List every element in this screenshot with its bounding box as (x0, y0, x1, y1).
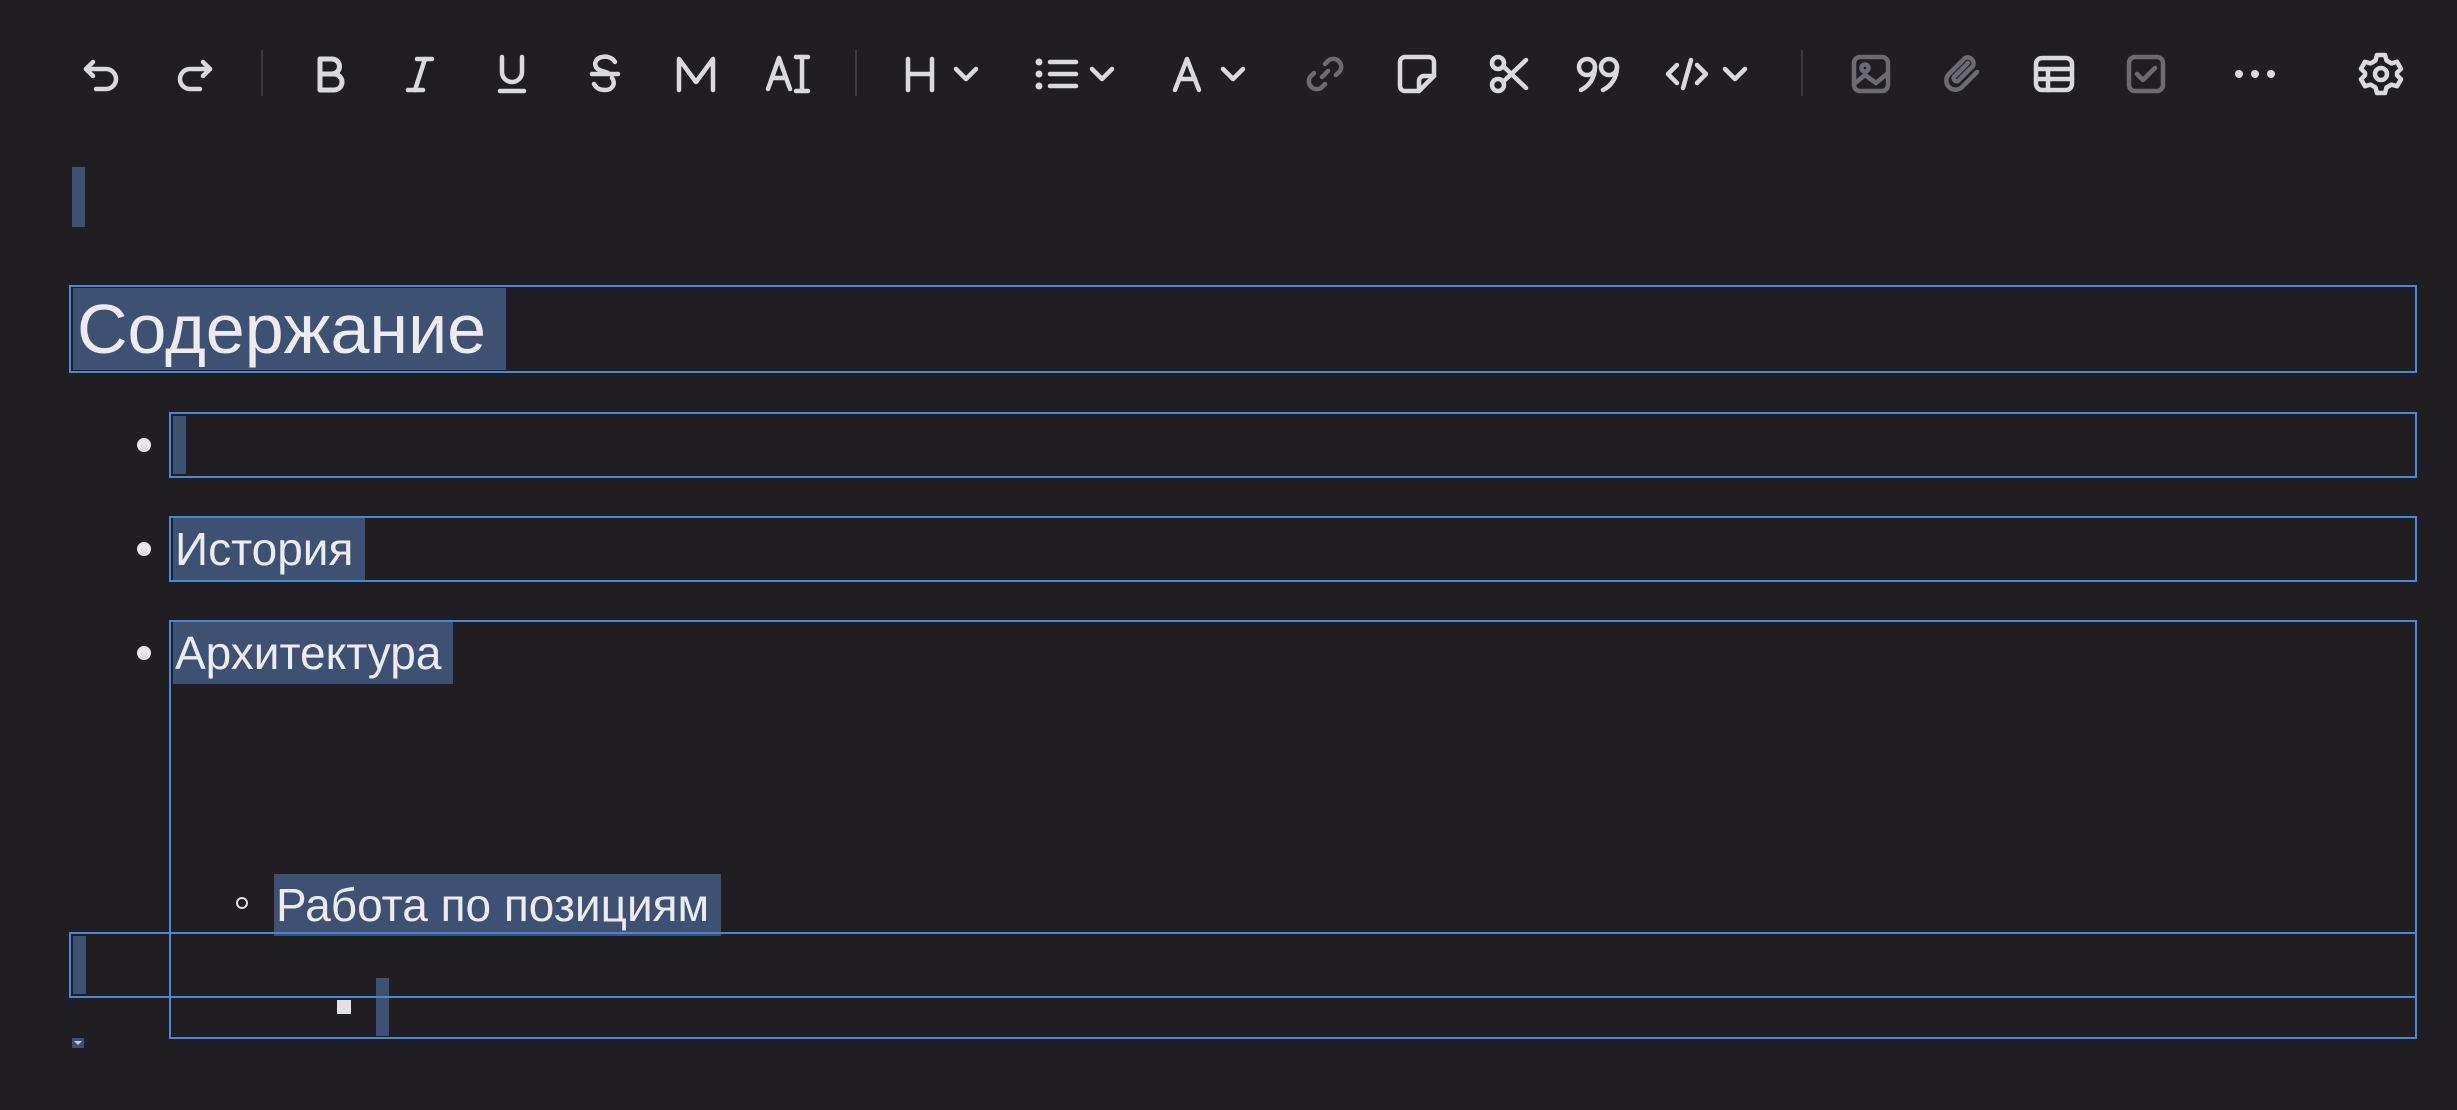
bulleted-list-icon (1035, 58, 1115, 90)
heading-icon (905, 56, 979, 93)
table-button[interactable] (2031, 44, 2077, 104)
list-item[interactable] (169, 412, 2417, 478)
bullet-circle (236, 897, 248, 909)
list-item-label: Архитектура (173, 622, 454, 684)
toolbar-separator (855, 50, 857, 96)
font-color-dropdown[interactable] (1170, 44, 1260, 104)
undo-icon (83, 59, 119, 92)
empty-item-selection (173, 416, 186, 474)
chevron-down-icon (1089, 66, 1115, 82)
underline-button[interactable] (492, 44, 532, 104)
chevron-down-icon (1722, 66, 1748, 82)
settings-button[interactable] (2357, 44, 2405, 104)
underline-icon (497, 54, 527, 94)
clear-format-button[interactable] (764, 44, 812, 104)
attachment-button[interactable] (1940, 44, 1986, 104)
italic-icon (405, 56, 435, 93)
more-button[interactable] (2232, 44, 2278, 104)
empty-paragraph-selection (73, 936, 86, 994)
bold-icon (317, 56, 345, 93)
editor-toolbar (0, 0, 2457, 145)
paperclip-icon (1944, 55, 1980, 92)
heading-block[interactable]: Содержание (69, 285, 2417, 373)
image-button[interactable] (1848, 44, 1894, 104)
list-dropdown[interactable] (1032, 44, 1126, 104)
quote-button[interactable] (1574, 44, 1626, 104)
table-icon (2033, 55, 2075, 93)
sticky-note-icon (1397, 54, 1437, 94)
chevron-down-icon (953, 66, 979, 82)
checkbox-button[interactable] (2123, 44, 2169, 104)
scissors-icon (1489, 54, 1529, 94)
gear-icon (2358, 52, 2404, 96)
redo-icon (177, 59, 213, 92)
clear-format-icon (765, 54, 811, 94)
paragraph-block[interactable] (69, 932, 2417, 998)
editor-content[interactable]: Содержание История Архитектура Работа по… (0, 145, 2457, 1110)
list-item-label: История (173, 518, 366, 580)
link-icon (1306, 56, 1344, 92)
empty-paragraph-selection (72, 167, 85, 227)
bullet-square (337, 1000, 351, 1014)
nested-list-item-label: Работа по позициям (274, 874, 722, 936)
link-button[interactable] (1302, 44, 1348, 104)
quote-icon (1576, 56, 1620, 93)
strikethrough-icon (589, 54, 621, 93)
heading-dropdown[interactable] (900, 44, 990, 104)
strikethrough-button[interactable] (585, 44, 625, 104)
bullet-disc (137, 542, 151, 556)
toolbar-separator (1801, 50, 1803, 96)
bullet-disc (137, 438, 151, 452)
code-icon (1665, 57, 1748, 91)
sticky-note-button[interactable] (1394, 44, 1440, 104)
mark-button[interactable] (672, 44, 720, 104)
chevron-down-icon (1220, 66, 1246, 82)
font-color-icon (1172, 56, 1246, 93)
bullet-disc (137, 646, 151, 660)
image-icon (1851, 54, 1891, 94)
more-horizontal-icon (2235, 70, 2275, 78)
undo-button[interactable] (80, 44, 124, 104)
checkbox-icon (2126, 54, 2166, 94)
heading-text: Содержание (73, 288, 507, 370)
mark-icon (676, 56, 716, 93)
list-item[interactable]: История (169, 516, 2417, 582)
cut-button[interactable] (1486, 44, 1532, 104)
collapse-toggle-icon[interactable] (72, 1038, 84, 1048)
redo-button[interactable] (172, 44, 216, 104)
italic-button[interactable] (400, 44, 440, 104)
toolbar-separator (261, 50, 263, 96)
bold-button[interactable] (310, 44, 350, 104)
code-dropdown[interactable] (1664, 44, 1756, 104)
